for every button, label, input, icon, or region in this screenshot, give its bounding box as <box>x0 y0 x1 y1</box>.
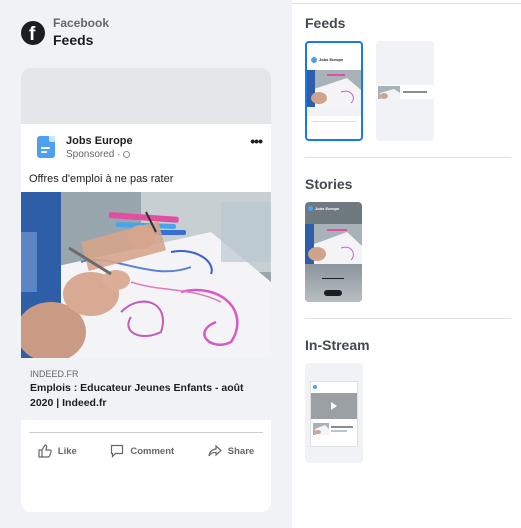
page-name: Jobs Europe <box>66 135 133 147</box>
stories-section-title: Stories <box>305 176 353 192</box>
globe-icon <box>122 151 130 158</box>
mini-right-column-image <box>378 86 400 99</box>
link-domain: INDEED.FR <box>30 369 79 379</box>
post-action-bar: Like Comment Share <box>21 438 271 464</box>
platform-header: f Facebook Feeds <box>21 16 109 49</box>
post-primary-text: Offres d'emploi à ne pas rater <box>29 173 174 185</box>
section-divider-2 <box>305 318 511 319</box>
placement-thumb-feeds[interactable]: Jobs Europe <box>305 41 363 141</box>
ad-image <box>21 192 271 358</box>
mini-story-page-name: Jobs Europe <box>315 206 340 211</box>
mini-story-avatar-icon <box>308 206 313 211</box>
section-divider <box>305 157 511 158</box>
play-icon <box>331 402 337 410</box>
comment-icon <box>111 444 124 458</box>
mini-story-image <box>305 224 362 264</box>
mini-story-cta-button <box>324 290 342 296</box>
mini-avatar-icon <box>311 57 317 63</box>
share-button[interactable]: Share <box>208 444 254 458</box>
actions-divider <box>29 432 263 433</box>
comment-button[interactable]: Comment <box>110 444 174 458</box>
placement-thumb-instream[interactable] <box>305 363 363 463</box>
feeds-section-title: Feeds <box>305 15 346 31</box>
placement-thumb-feeds-right-column[interactable] <box>376 41 434 141</box>
thumbs-up-icon <box>38 444 52 458</box>
link-description-section[interactable]: INDEED.FR Emplois : Educateur Jeunes Enf… <box>21 358 271 420</box>
instream-section-title: In-Stream <box>305 337 370 353</box>
placement-thumb-stories[interactable]: Jobs Europe <box>305 202 362 302</box>
mini-instream-image <box>313 423 329 435</box>
like-button[interactable]: Like <box>38 444 77 458</box>
facebook-logo-icon: f <box>21 20 45 45</box>
page-avatar-document-icon <box>34 135 58 161</box>
link-headline: Emplois : Educateur Jeunes Enfants - aoû… <box>30 382 244 409</box>
share-icon <box>208 444 222 457</box>
top-divider <box>292 3 521 4</box>
placement-name: Feeds <box>53 32 94 48</box>
mini-ad-image <box>307 70 361 107</box>
more-options-icon[interactable]: ••• <box>250 134 263 148</box>
mini-video-player <box>311 393 357 419</box>
sponsored-label: Sponsored · <box>66 148 133 162</box>
mini-page-name: Jobs Europe <box>319 57 344 62</box>
phone-preview-frame: Jobs Europe Sponsored · ••• Offres d'emp… <box>21 68 271 512</box>
platform-name: Facebook <box>53 16 110 30</box>
ad-post-card: Jobs Europe Sponsored · ••• Offres d'emp… <box>21 124 271 512</box>
post-header: Jobs Europe Sponsored · <box>34 134 133 162</box>
